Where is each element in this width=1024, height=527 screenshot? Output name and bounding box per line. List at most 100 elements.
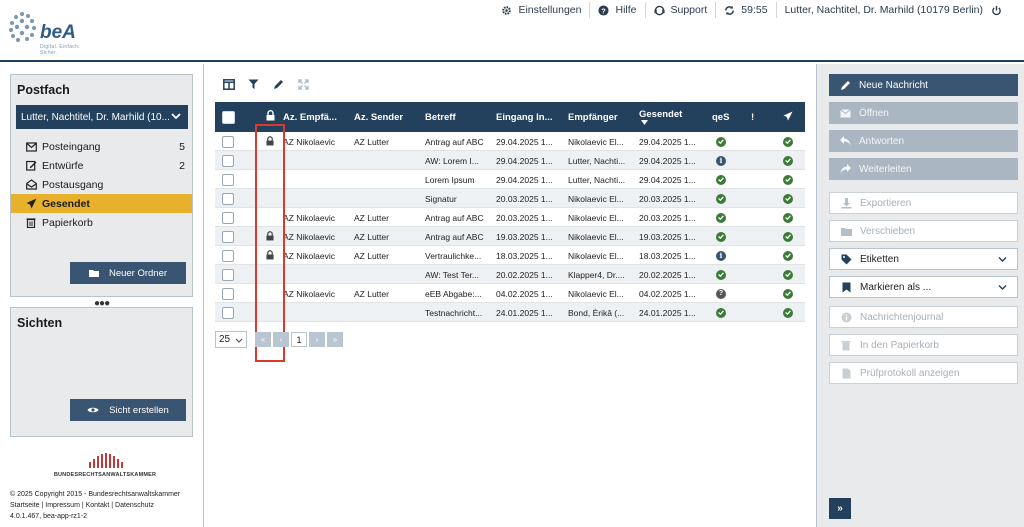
- table-row[interactable]: AW: Test Ter... 20.02.2025 1... Klapper4, …: [215, 265, 805, 284]
- column-sent-status[interactable]: [783, 102, 793, 132]
- row-checkbox[interactable]: [222, 284, 234, 303]
- protocol-label: Prüfprotokoll anzeigen: [860, 367, 960, 379]
- column-empfaenger[interactable]: Empfänger: [568, 102, 618, 132]
- expand-icon[interactable]: [297, 78, 310, 91]
- check-circle-icon: [783, 265, 793, 284]
- table-row[interactable]: Lorem Ipsum 29.04.2025 1... Lutter, Nachti…: [215, 170, 805, 189]
- check-circle-icon: [783, 151, 793, 170]
- bea-logo[interactable]: beA Digital. Einfach. Sicher.: [8, 8, 88, 56]
- row-checkbox[interactable]: [222, 246, 234, 265]
- new-folder-button[interactable]: Neuer Ordner: [70, 262, 186, 284]
- journal-button[interactable]: Nachrichtenjournal: [829, 306, 1018, 328]
- eye-icon: [87, 406, 99, 414]
- page-size-select[interactable]: 25: [215, 331, 247, 348]
- folder-entwuerfe[interactable]: Entwürfe 2: [11, 156, 192, 175]
- logout-icon[interactable]: [991, 5, 1002, 16]
- last-page-button[interactable]: »: [327, 332, 343, 347]
- cell-betreff: Antrag auf ABC: [425, 136, 484, 147]
- check-circle-icon: [783, 170, 793, 189]
- cell-eingang: 20.02.2025 1...: [496, 269, 553, 280]
- row-checkbox[interactable]: [222, 265, 234, 284]
- labels-dropdown[interactable]: Etiketten: [829, 248, 1018, 270]
- row-checkbox[interactable]: [222, 227, 234, 246]
- filter-icon[interactable]: [247, 78, 260, 91]
- support-icon: [653, 5, 665, 16]
- envelope-icon: [839, 107, 851, 119]
- move-button[interactable]: Verschieben: [829, 220, 1018, 242]
- cell-betreff: Vertraulichke...: [425, 250, 482, 261]
- folder-postausgang[interactable]: Postausgang: [11, 175, 192, 194]
- logo-subtitle: Digital. Einfach. Sicher.: [40, 44, 80, 56]
- check-circle-icon: [716, 227, 726, 246]
- settings-link[interactable]: Einstellungen: [493, 2, 589, 18]
- columns-icon[interactable]: [222, 78, 235, 91]
- cell-eingang: 20.03.2025 1...: [496, 193, 553, 204]
- cell-gesendet: 29.04.2025 1...: [639, 174, 696, 185]
- create-view-button[interactable]: Sicht erstellen: [70, 399, 186, 421]
- mark-as-dropdown[interactable]: Markieren als ...: [829, 276, 1018, 298]
- row-checkbox[interactable]: [222, 208, 234, 227]
- forward-icon: [839, 163, 851, 175]
- column-betreff[interactable]: Betreff: [425, 102, 456, 132]
- cell-az-sender: [354, 303, 422, 322]
- user-menu[interactable]: Lutter, Nachtitel, Dr. Marhild (10179 Be…: [775, 2, 1010, 18]
- column-qes[interactable]: qeS: [712, 102, 729, 132]
- help-link[interactable]: ? Hilfe: [589, 2, 644, 18]
- check-circle-icon: [716, 132, 726, 151]
- column-az-sender[interactable]: Az. Sender: [354, 102, 403, 132]
- actions-panel: Neue Nachricht Öffnen Antworten Weiterle…: [816, 64, 1024, 527]
- export-button[interactable]: Exportieren: [829, 192, 1018, 214]
- protocol-button[interactable]: Prüfprotokoll anzeigen: [829, 362, 1018, 384]
- column-priority[interactable]: !: [751, 102, 754, 132]
- column-eingang[interactable]: Eingang In...: [496, 102, 552, 132]
- next-page-button[interactable]: ›: [309, 332, 325, 347]
- account-select[interactable]: Lutter, Nachtitel, Dr. Marhild (10...: [16, 105, 188, 129]
- row-checkbox[interactable]: [222, 151, 234, 170]
- footer-links[interactable]: Startseite | Impressum | Kontakt | Daten…: [10, 500, 180, 511]
- table-row[interactable]: Testnachricht... 24.01.2025 1... Bond, Èri…: [215, 303, 805, 322]
- session-timer[interactable]: 59:55: [715, 2, 775, 18]
- footer-version: 4.0.1.467, bea-app-rz1-2: [10, 513, 88, 520]
- open-button[interactable]: Öffnen: [829, 102, 1018, 124]
- row-checkbox[interactable]: [222, 170, 234, 189]
- select-all-checkbox[interactable]: [222, 102, 235, 132]
- folder-label: Postausgang: [42, 178, 104, 191]
- table-row[interactable]: AZ Nikolaevic AZ Lutter Antrag auf ABC 29.0…: [215, 132, 805, 151]
- forward-button[interactable]: Weiterleiten: [829, 158, 1018, 180]
- column-gesendet[interactable]: Gesendet: [639, 102, 682, 132]
- cell-eingang: 20.03.2025 1...: [496, 212, 553, 223]
- column-az-empfaenger[interactable]: Az. Empfä...: [283, 102, 337, 132]
- table-row[interactable]: AZ Nikolaevic AZ Lutter Vertraulichke... 18…: [215, 246, 805, 265]
- reply-button[interactable]: Antworten: [829, 130, 1018, 152]
- to-trash-button[interactable]: In den Papierkorb: [829, 334, 1018, 356]
- cell-az-empf: AZ Nikolaevic: [283, 231, 335, 242]
- bookmark-icon: [840, 281, 852, 293]
- table-row[interactable]: AW: Lorem I... 29.04.2025 1... Lutter, Nac…: [215, 151, 805, 170]
- table-row[interactable]: AZ Nikolaevic AZ Lutter Antrag auf ABC 20.0…: [215, 208, 805, 227]
- new-message-button[interactable]: Neue Nachricht: [829, 74, 1018, 96]
- cell-eingang: 19.03.2025 1...: [496, 231, 553, 242]
- prev-page-button[interactable]: ‹: [273, 332, 289, 347]
- row-checkbox[interactable]: [222, 303, 234, 322]
- folder-label: Papierkorb: [42, 216, 93, 229]
- collapse-panel-button[interactable]: »: [829, 498, 851, 519]
- current-page[interactable]: 1: [291, 332, 307, 347]
- folder-gesendet[interactable]: Gesendet: [11, 194, 192, 213]
- first-page-button[interactable]: «: [255, 332, 271, 347]
- support-label: Support: [670, 4, 708, 16]
- folder-papierkorb[interactable]: Papierkorb: [11, 213, 192, 232]
- table-row[interactable]: AZ Nikolaevic AZ Lutter Antrag auf ABC 19.0…: [215, 227, 805, 246]
- row-checkbox[interactable]: [222, 189, 234, 208]
- support-link[interactable]: Support: [644, 2, 716, 18]
- pager: 25 « ‹ 1 › »: [215, 331, 343, 348]
- table-row[interactable]: AZ Nikolaevic AZ Lutter eEB Abgabe:... 04.0…: [215, 284, 805, 303]
- pen-icon[interactable]: [272, 78, 285, 91]
- table-row[interactable]: Signatur 20.03.2025 1... Nikolaevic El... 2…: [215, 189, 805, 208]
- cell-az-sender: [354, 189, 422, 208]
- folder-posteingang[interactable]: Posteingang 5: [11, 137, 192, 156]
- cell-gesendet: 20.03.2025 1...: [639, 212, 696, 223]
- row-checkbox[interactable]: [222, 132, 234, 151]
- brak-label: BUNDESRECHTSANWALTSKAMMER: [53, 472, 157, 478]
- check-circle-icon: [783, 208, 793, 227]
- left-sidebar: Postfach Lutter, Nachtitel, Dr. Marhild …: [0, 64, 204, 527]
